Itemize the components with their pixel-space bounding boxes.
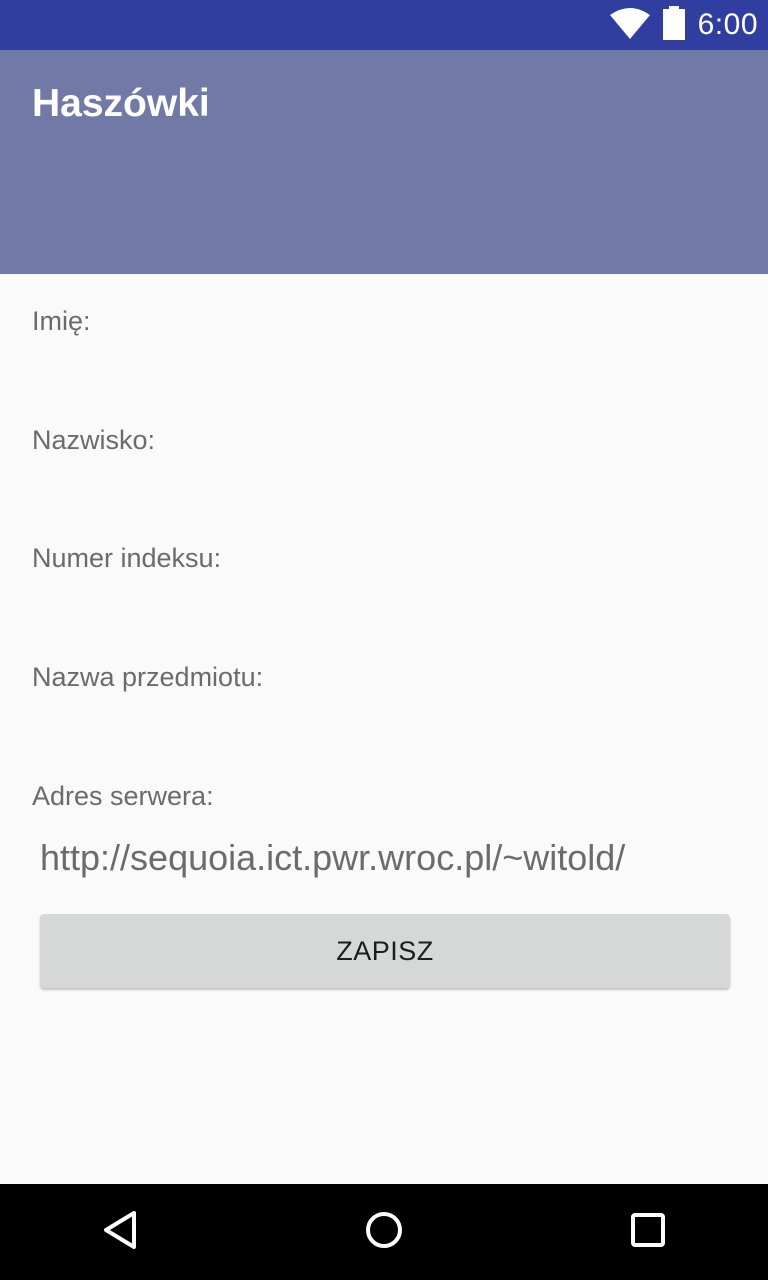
- app-bar: Haszówki: [0, 50, 768, 274]
- back-icon: [102, 1210, 138, 1255]
- last-name-label: Nazwisko:: [32, 425, 156, 455]
- app-title: Haszówki: [32, 82, 210, 125]
- status-time: 6:00: [697, 8, 758, 41]
- subject-name-label: Nazwa przedmiotu:: [32, 662, 264, 692]
- navigation-bar: [0, 1184, 768, 1280]
- recents-button[interactable]: [588, 1184, 708, 1280]
- server-address-input[interactable]: [40, 834, 730, 882]
- status-icons: 6:00: [609, 0, 758, 50]
- recents-icon: [631, 1212, 665, 1252]
- home-icon: [365, 1211, 403, 1254]
- first-name-label: Imię:: [32, 306, 91, 336]
- home-button[interactable]: [324, 1184, 444, 1280]
- back-button[interactable]: [60, 1184, 180, 1280]
- server-address-label: Adres serwera:: [32, 781, 214, 811]
- battery-icon: [662, 5, 686, 45]
- wifi-icon: [609, 7, 650, 44]
- status-bar: 6:00: [0, 0, 768, 50]
- save-button[interactable]: ZAPISZ: [40, 914, 730, 988]
- index-number-label: Numer indeksu:: [32, 543, 222, 573]
